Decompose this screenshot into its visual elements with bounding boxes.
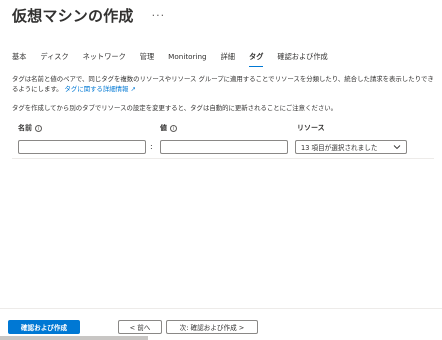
info-icon[interactable]: i	[35, 124, 42, 132]
tags-note: タグを作成してから別のタブでリソースの設定を変更すると、タグは自動的に更新される…	[12, 104, 338, 112]
value-column-label: 値	[160, 124, 167, 132]
value-column-header: 値 i	[160, 123, 177, 133]
tab-advanced[interactable]: 詳細	[221, 52, 235, 67]
tag-name-input[interactable]	[18, 140, 146, 154]
name-value-separator: :	[150, 142, 153, 151]
tab-monitoring[interactable]: Monitoring	[168, 52, 206, 67]
tab-review-create[interactable]: 確認および作成	[277, 52, 327, 67]
chevron-down-icon	[393, 145, 401, 150]
tags-description: タグは名前と値のペアで、同じタグを複数のリソースやリソース グループに適用するこ…	[12, 74, 434, 94]
tag-value-input[interactable]	[160, 140, 288, 154]
next-button[interactable]: 次: 確認および作成 >	[166, 320, 258, 334]
resource-select-value: 13 項目が選択されました	[301, 144, 378, 152]
page-title: 仮想マシンの作成	[12, 7, 134, 25]
row-divider	[12, 158, 434, 159]
page-header: 仮想マシンの作成 ···	[12, 5, 165, 26]
tab-disks[interactable]: ディスク	[40, 52, 68, 67]
name-column-header: 名前 i	[18, 123, 42, 133]
name-column-label: 名前	[18, 124, 32, 132]
tab-management[interactable]: 管理	[140, 52, 154, 67]
more-options-icon[interactable]: ···	[152, 9, 166, 22]
tab-networking[interactable]: ネットワーク	[83, 52, 126, 67]
resource-select[interactable]: 13 項目が選択されました	[295, 140, 407, 154]
info-icon[interactable]: i	[170, 124, 177, 132]
tab-basics[interactable]: 基本	[12, 52, 26, 67]
footer-divider	[0, 308, 442, 309]
resource-column-label: リソース	[297, 124, 325, 132]
previous-button[interactable]: < 前へ	[118, 320, 162, 334]
tab-tags[interactable]: タグ	[249, 52, 264, 67]
horizontal-scrollbar[interactable]	[0, 336, 148, 340]
resource-column-header: リソース	[297, 123, 325, 133]
review-create-button[interactable]: 確認および作成	[8, 320, 80, 334]
tab-bar: 基本 ディスク ネットワーク 管理 Monitoring 詳細 タグ 確認および…	[12, 52, 342, 67]
learn-more-link[interactable]: タグに関する詳細情報 ↗	[65, 85, 136, 93]
